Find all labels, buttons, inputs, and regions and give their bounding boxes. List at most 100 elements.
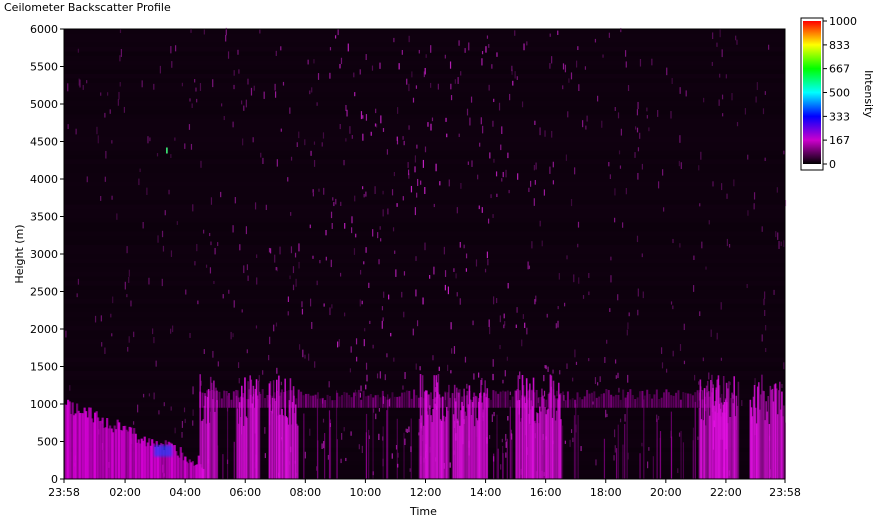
noise-streak [637, 288, 639, 297]
noise-streak [627, 374, 629, 383]
noise-streak [610, 275, 612, 283]
noise-streak [168, 189, 170, 195]
noise-streak [309, 90, 311, 95]
noise-streak [339, 124, 341, 130]
noise-streak [353, 248, 356, 255]
noise-streak [433, 203, 435, 208]
noise-streak [636, 235, 639, 243]
noise-streak [619, 165, 622, 169]
noise-streak [746, 283, 748, 289]
noise-streak [119, 81, 121, 87]
noise-streak [344, 222, 346, 229]
boundary-layer-cell [377, 394, 380, 408]
noise-streak [624, 50, 627, 57]
noise-streak [119, 29, 122, 34]
noise-streak [503, 313, 505, 319]
noise-streak [316, 280, 318, 286]
background-band [64, 83, 785, 88]
noise-streak [301, 308, 304, 315]
boundary-layer-cell [665, 389, 668, 408]
noise-streak [287, 296, 290, 303]
noise-streak [768, 44, 770, 50]
noise-streak [438, 366, 440, 371]
boundary-layer-cell [502, 390, 505, 408]
noise-streak [580, 446, 582, 452]
noise-streak [639, 132, 641, 139]
boundary-layer-cell [489, 399, 492, 408]
thin-streak [529, 423, 531, 479]
background-band [64, 173, 785, 178]
noise-streak [302, 349, 304, 358]
boundary-layer-cell [266, 395, 269, 408]
noise-streak [458, 133, 460, 137]
boundary-layer-cell [675, 392, 678, 408]
noise-streak [641, 163, 643, 170]
thin-streak [216, 445, 219, 479]
noise-streak [148, 393, 151, 397]
noise-streak [703, 97, 705, 103]
noise-streak [570, 72, 573, 80]
noise-streak [570, 199, 573, 207]
noise-streak [496, 52, 498, 57]
noise-streak [414, 207, 417, 216]
thin-streak [736, 429, 738, 479]
noise-streak [578, 84, 580, 92]
noise-streak [349, 126, 351, 134]
noise-streak [464, 48, 466, 53]
noise-streak [761, 334, 763, 342]
noise-streak [416, 192, 418, 198]
noise-streak [670, 301, 673, 305]
noise-streak [86, 80, 88, 84]
boundary-layer-cell [389, 397, 392, 408]
noise-streak [393, 357, 395, 362]
noise-streak [161, 230, 164, 238]
noise-streak [217, 361, 219, 367]
y-axis-label: Height (m) [13, 224, 26, 283]
noise-streak [170, 154, 172, 159]
noise-streak [310, 150, 312, 156]
noise-streak [174, 137, 176, 141]
noise-streak [545, 365, 547, 370]
noise-streak [552, 161, 554, 168]
thin-streak [387, 394, 389, 479]
noise-streak [361, 445, 363, 454]
noise-streak [414, 155, 417, 163]
y-tick-label: 5500 [30, 61, 58, 74]
background-band [64, 114, 785, 119]
noise-streak [415, 289, 417, 297]
noise-streak [604, 356, 606, 363]
thin-streak [561, 425, 564, 479]
noise-streak [481, 58, 483, 66]
noise-streak [566, 363, 568, 369]
noise-streak [505, 441, 507, 448]
noise-streak [268, 247, 271, 253]
noise-streak [174, 45, 177, 52]
background-band [64, 38, 785, 43]
noise-streak [610, 256, 612, 261]
noise-streak [710, 329, 712, 337]
noise-streak [110, 313, 112, 318]
boundary-layer-cell [220, 398, 223, 408]
noise-streak [263, 91, 265, 99]
noise-streak [735, 35, 737, 41]
noise-streak [181, 431, 183, 438]
noise-streak [585, 125, 587, 130]
noise-streak [325, 229, 327, 236]
background-band [64, 258, 785, 263]
noise-streak [492, 359, 494, 367]
noise-streak [406, 428, 408, 433]
noise-streak [116, 213, 118, 220]
noise-streak [460, 71, 462, 76]
noise-streak [329, 47, 332, 51]
noise-streak [578, 277, 580, 284]
noise-streak [708, 220, 710, 225]
noise-streak [666, 67, 668, 76]
colorbar-tick-label: 833 [829, 39, 850, 52]
noise-streak [509, 391, 511, 396]
noise-streak [528, 187, 530, 193]
noise-streak [719, 29, 721, 38]
noise-streak [541, 240, 543, 247]
noise-streak [212, 350, 214, 358]
noise-streak [331, 304, 333, 309]
noise-streak [500, 144, 502, 151]
